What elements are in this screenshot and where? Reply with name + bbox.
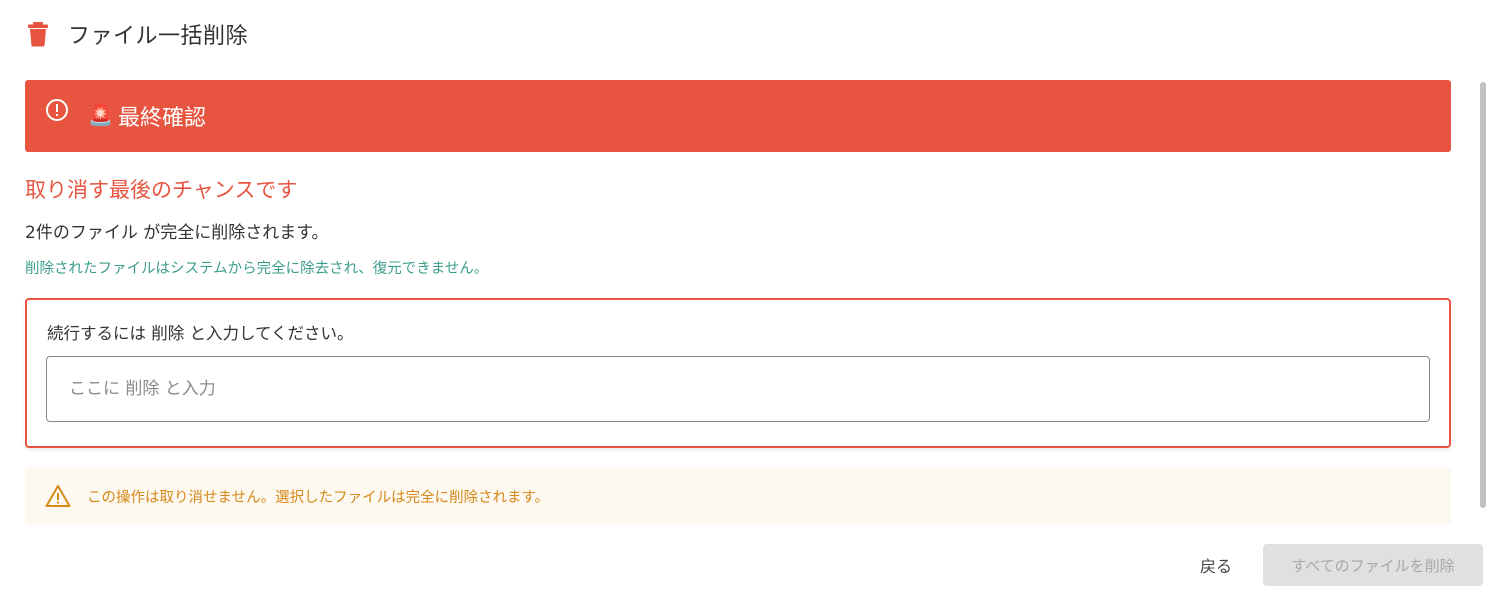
confirm-instruction: 続行するには 削除 と入力してください。 bbox=[47, 324, 354, 343]
banner-title: 最終確認 bbox=[118, 106, 207, 131]
confirm-delete-input[interactable] bbox=[46, 356, 1430, 422]
scrollbar[interactable] bbox=[1478, 82, 1488, 508]
warning-triangle-icon bbox=[45, 485, 71, 507]
final-confirm-banner: 🚨 最終確認 bbox=[25, 80, 1451, 152]
caution-alert: この操作は取り消せません。選択したファイルは完全に削除されます。 bbox=[25, 467, 1451, 525]
dialog-header: ファイル一括削除 bbox=[28, 18, 248, 50]
permanent-removal-note: 削除されたファイルはシステムから完全に除去され、復元できません。 bbox=[25, 261, 489, 277]
file-count-text: 2件のファイル が完全に削除されます。 bbox=[25, 223, 329, 243]
last-chance-heading: 取り消す最後のチャンスです bbox=[25, 178, 298, 202]
dialog-title: ファイル一括削除 bbox=[68, 24, 249, 49]
trash-icon bbox=[28, 22, 48, 47]
exclamation-circle-icon bbox=[46, 99, 68, 121]
caution-text: この操作は取り消せません。選択したファイルは完全に削除されます。 bbox=[87, 490, 550, 506]
scrollbar-thumb[interactable] bbox=[1480, 82, 1486, 508]
confirm-input-box: 続行するには 削除 と入力してください。 bbox=[25, 298, 1451, 448]
siren-emoji: 🚨 bbox=[88, 103, 113, 127]
back-button[interactable]: 戻る bbox=[1186, 546, 1246, 584]
delete-all-files-button[interactable]: すべてのファイルを削除 bbox=[1263, 544, 1483, 586]
